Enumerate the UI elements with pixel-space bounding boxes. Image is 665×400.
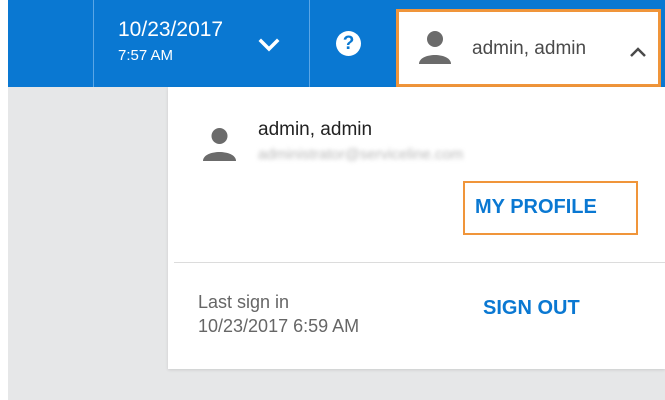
sign-out-button[interactable]: SIGN OUT bbox=[483, 297, 580, 327]
current-date: 10/23/2017 bbox=[118, 18, 224, 41]
chevron-up-icon bbox=[630, 47, 646, 57]
avatar-icon bbox=[203, 128, 236, 161]
my-profile-button[interactable]: MY PROFILE bbox=[463, 181, 638, 235]
last-sign-in-time: 10/23/2017 6:59 AM bbox=[198, 316, 360, 336]
account-name: admin, admin bbox=[258, 119, 373, 140]
last-sign-in-label: Last sign in bbox=[198, 292, 290, 312]
menu-divider bbox=[174, 262, 665, 263]
user-menu-toggle[interactable]: admin, admin bbox=[396, 9, 661, 87]
help-icon: ? bbox=[336, 31, 361, 56]
account-dropdown-panel: admin, admin administrator@serviceline.c… bbox=[168, 87, 665, 369]
account-email: administrator@serviceline.com bbox=[258, 146, 464, 163]
person-icon bbox=[419, 31, 451, 64]
datetime-menu-toggle[interactable]: 10/23/2017 7:57 AM bbox=[94, 0, 309, 87]
help-button[interactable]: ? bbox=[310, 0, 396, 87]
my-profile-label: MY PROFILE bbox=[475, 196, 597, 218]
current-time: 7:57 AM bbox=[118, 47, 174, 64]
user-name-label: admin, admin bbox=[472, 38, 587, 59]
chevron-down-icon bbox=[258, 38, 280, 52]
sign-out-label: SIGN OUT bbox=[483, 297, 580, 319]
